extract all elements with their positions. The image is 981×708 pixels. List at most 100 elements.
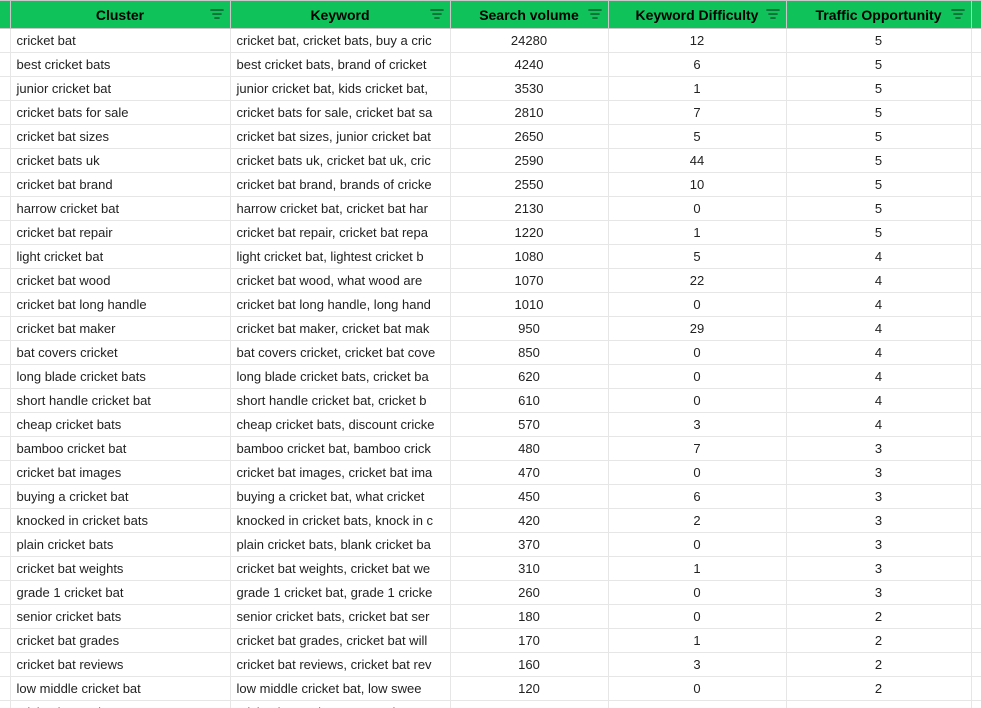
filter-icon[interactable] [210, 8, 224, 22]
cell-opportunity[interactable]: 5 [786, 149, 971, 173]
table-row[interactable]: short handle cricket batshort handle cri… [0, 389, 981, 413]
cell-volume[interactable]: 310 [450, 557, 608, 581]
table-row[interactable]: cricket bat long handlecricket bat long … [0, 293, 981, 317]
cell-cluster[interactable]: cricket bats uk [10, 149, 230, 173]
cell-volume[interactable]: 480 [450, 437, 608, 461]
cell-cluster[interactable]: light cricket bat [10, 245, 230, 269]
table-row[interactable]: cricket bat grainscricket bat grains, mo… [0, 701, 981, 708]
cell-cluster[interactable]: bat covers cricket [10, 341, 230, 365]
cell-next[interactable] [971, 653, 981, 677]
cell-difficulty[interactable]: 1 [608, 629, 786, 653]
cell-volume[interactable]: 180 [450, 605, 608, 629]
table-row[interactable]: cricket bat sizescricket bat sizes, juni… [0, 125, 981, 149]
cell-next[interactable] [971, 245, 981, 269]
cell-next[interactable] [971, 293, 981, 317]
col-header-cluster[interactable]: Cluster [10, 1, 230, 29]
cell-keyword[interactable]: cricket bat wood, what wood are [230, 269, 450, 293]
cell-keyword[interactable]: cricket bat maker, cricket bat mak [230, 317, 450, 341]
cell-opportunity[interactable]: 4 [786, 413, 971, 437]
cell-difficulty[interactable]: 44 [608, 149, 786, 173]
table-row[interactable]: plain cricket batsplain cricket bats, bl… [0, 533, 981, 557]
cell-cluster[interactable]: junior cricket bat [10, 77, 230, 101]
col-header-next[interactable] [971, 1, 981, 29]
cell-difficulty[interactable]: 29 [608, 317, 786, 341]
cell-volume[interactable]: 24280 [450, 29, 608, 53]
cell-next[interactable] [971, 341, 981, 365]
cell-volume[interactable]: 610 [450, 389, 608, 413]
cell-volume[interactable]: 1220 [450, 221, 608, 245]
cell-keyword[interactable]: cricket bat repair, cricket bat repa [230, 221, 450, 245]
cell-difficulty[interactable]: 0 [608, 293, 786, 317]
cell-cluster[interactable]: senior cricket bats [10, 605, 230, 629]
cell-keyword[interactable]: cricket bat weights, cricket bat we [230, 557, 450, 581]
cell-next[interactable] [971, 125, 981, 149]
cell-difficulty[interactable]: 12 [608, 29, 786, 53]
cell-difficulty[interactable]: 0 [608, 461, 786, 485]
cell-difficulty[interactable]: 3 [608, 653, 786, 677]
cell-cluster[interactable]: knocked in cricket bats [10, 509, 230, 533]
table-row[interactable]: cheap cricket batscheap cricket bats, di… [0, 413, 981, 437]
cell-keyword[interactable]: low middle cricket bat, low swee [230, 677, 450, 701]
cell-cluster[interactable]: cricket bat brand [10, 173, 230, 197]
cell-cluster[interactable]: cricket bat images [10, 461, 230, 485]
cell-next[interactable] [971, 221, 981, 245]
cell-volume[interactable]: 4240 [450, 53, 608, 77]
cell-cluster[interactable]: bamboo cricket bat [10, 437, 230, 461]
cell-next[interactable] [971, 413, 981, 437]
cell-next[interactable] [971, 629, 981, 653]
cell-cluster[interactable]: plain cricket bats [10, 533, 230, 557]
cell-difficulty[interactable]: 6 [608, 485, 786, 509]
cell-cluster[interactable]: harrow cricket bat [10, 197, 230, 221]
table-row[interactable]: knocked in cricket batsknocked in cricke… [0, 509, 981, 533]
cell-next[interactable] [971, 389, 981, 413]
cell-keyword[interactable]: bamboo cricket bat, bamboo crick [230, 437, 450, 461]
cell-keyword[interactable]: senior cricket bats, cricket bat ser [230, 605, 450, 629]
cell-next[interactable] [971, 437, 981, 461]
cell-difficulty[interactable]: 5 [608, 245, 786, 269]
table-row[interactable]: senior cricket batssenior cricket bats, … [0, 605, 981, 629]
filter-icon[interactable] [588, 8, 602, 22]
cell-opportunity[interactable]: 3 [786, 437, 971, 461]
cell-volume[interactable]: 420 [450, 509, 608, 533]
cell-opportunity[interactable]: 2 [786, 605, 971, 629]
cell-cluster[interactable]: cricket bat grades [10, 629, 230, 653]
col-header-difficulty[interactable]: Keyword Difficulty [608, 1, 786, 29]
cell-next[interactable] [971, 365, 981, 389]
cell-volume[interactable]: 1010 [450, 293, 608, 317]
cell-opportunity[interactable]: 5 [786, 101, 971, 125]
cell-volume[interactable]: 2130 [450, 197, 608, 221]
cell-next[interactable] [971, 197, 981, 221]
cell-cluster[interactable]: cricket bat [10, 29, 230, 53]
cell-next[interactable] [971, 101, 981, 125]
cell-keyword[interactable]: plain cricket bats, blank cricket ba [230, 533, 450, 557]
cell-cluster[interactable]: cricket bat wood [10, 269, 230, 293]
cell-opportunity[interactable]: 4 [786, 341, 971, 365]
cell-volume[interactable]: 3530 [450, 77, 608, 101]
cell-keyword[interactable]: grade 1 cricket bat, grade 1 cricke [230, 581, 450, 605]
cell-volume[interactable]: 260 [450, 581, 608, 605]
table-row[interactable]: cricket bats for salecricket bats for sa… [0, 101, 981, 125]
cell-keyword[interactable]: cricket bat grades, cricket bat will [230, 629, 450, 653]
cell-volume[interactable]: 2810 [450, 101, 608, 125]
cell-opportunity[interactable]: 4 [786, 245, 971, 269]
cell-difficulty[interactable]: 2 [608, 509, 786, 533]
cell-cluster[interactable]: cheap cricket bats [10, 413, 230, 437]
cell-cluster[interactable]: cricket bat sizes [10, 125, 230, 149]
filter-icon[interactable] [951, 8, 965, 22]
col-header-volume[interactable]: Search volume [450, 1, 608, 29]
cell-opportunity[interactable]: 3 [786, 557, 971, 581]
cell-volume[interactable]: 120 [450, 677, 608, 701]
cell-cluster[interactable]: cricket bats for sale [10, 101, 230, 125]
cell-opportunity[interactable]: 2 [786, 629, 971, 653]
cell-volume[interactable]: 1080 [450, 245, 608, 269]
cell-next[interactable] [971, 53, 981, 77]
cell-volume[interactable]: 2650 [450, 125, 608, 149]
table-row[interactable]: cricket bat brandcricket bat brand, bran… [0, 173, 981, 197]
cell-difficulty[interactable]: 0 [608, 341, 786, 365]
cell-difficulty[interactable]: 0 [608, 197, 786, 221]
cell-cluster[interactable]: short handle cricket bat [10, 389, 230, 413]
cell-volume[interactable]: 160 [450, 653, 608, 677]
table-row[interactable]: cricket bat weightscricket bat weights, … [0, 557, 981, 581]
cell-opportunity[interactable]: 3 [786, 533, 971, 557]
table-row[interactable]: bat covers cricketbat covers cricket, cr… [0, 341, 981, 365]
